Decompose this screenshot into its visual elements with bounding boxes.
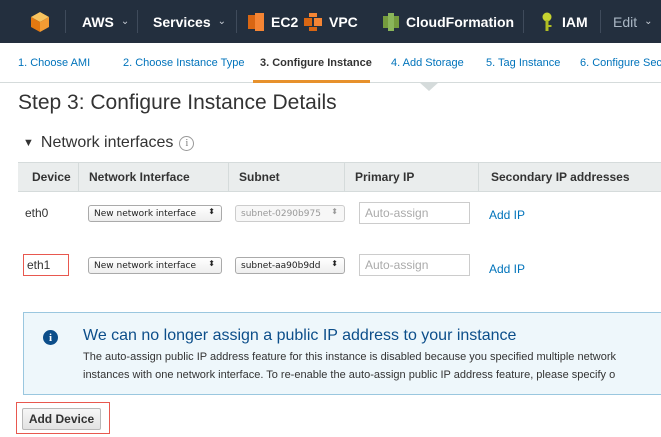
column-divider: [78, 163, 79, 191]
services-menu[interactable]: Services ⌄: [153, 0, 226, 43]
iam-label: IAM: [562, 13, 588, 30]
network-interface-select[interactable]: New network interface ⬍: [88, 257, 222, 274]
cloudformation-shortcut[interactable]: CloudFormation: [383, 0, 514, 43]
chevron-down-icon: ⌄: [217, 16, 226, 27]
aws-cube-icon[interactable]: [31, 12, 49, 32]
network-interfaces-table-header: Device Network Interface Subnet Primary …: [18, 162, 661, 192]
column-divider: [228, 163, 229, 191]
select-value: subnet-aa90b9dd: [241, 260, 321, 271]
iam-key-icon: [542, 12, 552, 31]
network-interfaces-section-header[interactable]: ▼ Network interfaces i: [23, 134, 195, 152]
info-alert: i We can no longer assign a public IP ad…: [23, 312, 661, 395]
select-arrows-icon: ⬍: [208, 207, 215, 216]
tab-tag-instance[interactable]: 5. Tag Instance: [486, 43, 560, 83]
cloudformation-icon: [383, 12, 399, 31]
vpc-icon: [304, 12, 322, 31]
info-circle-icon: i: [43, 330, 58, 345]
aws-menu-label: AWS: [82, 13, 114, 30]
info-icon[interactable]: i: [179, 135, 195, 151]
cloudformation-label: CloudFormation: [406, 13, 515, 30]
device-name: eth0: [25, 206, 49, 220]
select-arrows-icon: ⬍: [331, 207, 338, 216]
select-value: New network interface: [94, 208, 197, 219]
column-header-device: Device: [32, 170, 71, 184]
wizard-steps: 1. Choose AMI 2. Choose Instance Type 3.…: [0, 43, 661, 83]
vpc-label: VPC: [329, 13, 358, 30]
active-tab-indicator: [253, 80, 370, 83]
subnet-select: subnet-0290b975 ⬍: [235, 205, 345, 222]
column-divider: [344, 163, 345, 191]
tab-configure-security-group[interactable]: 6. Configure Secu: [580, 43, 661, 83]
aws-menu[interactable]: AWS ⌄: [82, 0, 129, 43]
tab-add-storage[interactable]: 4. Add Storage: [391, 43, 464, 83]
column-header-secondary-ip: Secondary IP addresses: [491, 170, 630, 184]
ec2-shortcut[interactable]: EC2: [248, 0, 298, 43]
ec2-label: EC2: [271, 13, 299, 30]
subnet-select[interactable]: subnet-aa90b9dd ⬍: [235, 257, 345, 274]
add-device-button[interactable]: Add Device: [22, 408, 101, 430]
primary-ip-input[interactable]: Auto-assign: [359, 254, 470, 276]
network-interface-select[interactable]: New network interface ⬍: [88, 205, 222, 222]
edit-menu[interactable]: Edit ⌄: [613, 0, 653, 43]
column-header-network-interface: Network Interface: [89, 170, 190, 184]
alert-message-line-2: instances with one network interface. To…: [83, 369, 616, 381]
select-value: New network interface: [94, 260, 197, 271]
select-arrows-icon: ⬍: [331, 259, 338, 268]
collapse-triangle-icon[interactable]: ▼: [23, 137, 34, 149]
alert-message-line-1: The auto-assign public IP address featur…: [83, 351, 616, 363]
add-ip-link[interactable]: Add IP: [489, 208, 525, 222]
select-arrows-icon: ⬍: [208, 259, 215, 268]
column-divider: [478, 163, 479, 191]
services-menu-label: Services: [153, 13, 211, 30]
select-value: subnet-0290b975: [241, 208, 321, 219]
tab-choose-ami[interactable]: 1. Choose AMI: [18, 43, 90, 83]
vpc-shortcut[interactable]: VPC: [304, 0, 358, 43]
ec2-icon: [248, 12, 264, 31]
add-ip-link[interactable]: Add IP: [489, 262, 525, 276]
section-title: Network interfaces: [40, 134, 174, 151]
column-header-subnet: Subnet: [239, 170, 280, 184]
top-navigation-bar: AWS ⌄ Services ⌄ EC2 VPC CloudFormation: [0, 0, 661, 43]
column-header-primary-ip: Primary IP: [355, 170, 415, 184]
tab-configure-instance[interactable]: 3. Configure Instance: [260, 43, 372, 83]
device-name: eth1: [27, 258, 51, 272]
chevron-down-icon: ⌄: [120, 16, 130, 27]
page-title: Step 3: Configure Instance Details: [18, 91, 337, 114]
tab-choose-instance-type[interactable]: 2. Choose Instance Type: [123, 43, 245, 83]
primary-ip-input[interactable]: Auto-assign: [359, 202, 470, 224]
iam-shortcut[interactable]: IAM: [541, 0, 588, 43]
alert-title: We can no longer assign a public IP addr…: [83, 327, 517, 344]
chevron-down-icon: ⌄: [644, 16, 653, 27]
edit-menu-label: Edit: [613, 13, 638, 30]
tab-pointer-arrow: [419, 82, 439, 91]
